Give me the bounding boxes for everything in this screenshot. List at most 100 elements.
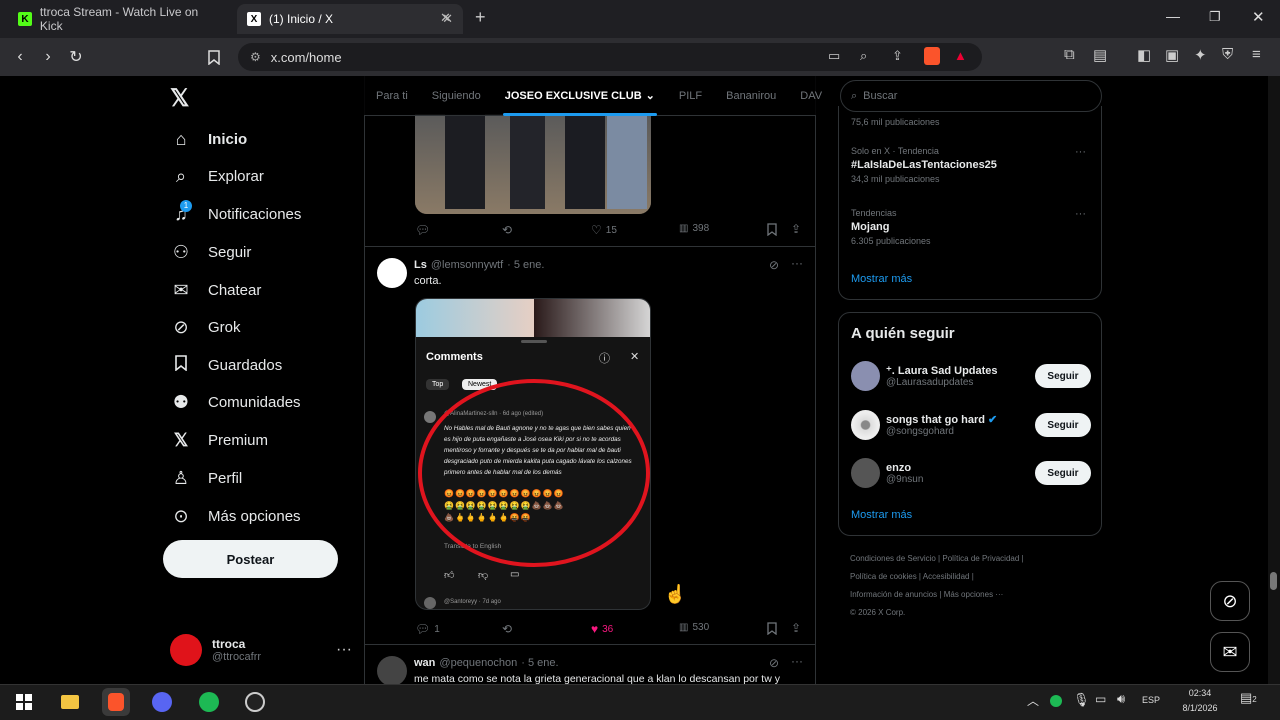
chevron-up-icon[interactable]: ︿	[1027, 692, 1039, 709]
post-media[interactable]: Comments ⓘ ✕ Top Newest @AlinaMartinez-s…	[415, 298, 651, 610]
brave-browser-icon[interactable]	[102, 688, 130, 716]
follow-suggestion[interactable]: songs that go hard ✔ @songsgohard Seguir	[851, 408, 1091, 442]
nav-notifications[interactable]: ♫ 1 Notificaciones	[170, 199, 301, 229]
nav-follow[interactable]: ⚇ Seguir	[170, 237, 251, 267]
reply-button[interactable]: 💬︎ 1	[415, 622, 440, 636]
minimize-icon[interactable]: —	[1166, 8, 1180, 24]
follow-button[interactable]: Seguir	[1034, 461, 1091, 485]
leo-icon[interactable]: ✦	[1194, 46, 1207, 64]
account-more-icon[interactable]: ···	[336, 641, 352, 659]
vpn-icon[interactable]: ⛨	[1222, 46, 1233, 63]
post-media[interactable]	[415, 114, 651, 214]
language-indicator[interactable]: ESP	[1142, 695, 1160, 705]
volume-icon[interactable]: 🔊︎	[1117, 691, 1125, 707]
avatar[interactable]	[377, 656, 407, 684]
nav-home[interactable]: ⌂ Inicio	[170, 124, 248, 154]
post-author[interactable]: Ls	[414, 259, 427, 271]
reload-icon[interactable]: ↻	[62, 43, 90, 71]
nav-premium[interactable]: 𝕏 Premium	[170, 425, 268, 455]
share-icon[interactable]: ⇪	[892, 48, 903, 64]
footer-link[interactable]: Política de cookies	[850, 572, 917, 581]
nav-profile[interactable]: ♙ Perfil	[170, 463, 242, 493]
tab-dav[interactable]: DAV	[788, 76, 834, 116]
zoom-icon[interactable]: ⌕	[860, 48, 867, 64]
spotify-icon[interactable]	[195, 688, 223, 716]
network-icon[interactable]: ▭	[1095, 692, 1106, 706]
tab-bananirou[interactable]: Bananirou	[714, 76, 788, 116]
post-handle[interactable]: @lemsonnywtf	[431, 259, 503, 271]
nav-communities[interactable]: ⚉ Comunidades	[170, 387, 301, 417]
messages-floating-button[interactable]: ✉	[1210, 632, 1250, 672]
footer-link[interactable]: Información de anuncios	[850, 590, 937, 599]
nav-chat[interactable]: ✉ Chatear	[170, 275, 261, 305]
close-tab-icon[interactable]: ✕	[440, 10, 451, 26]
trend-item[interactable]: Tendencias Mojang 6.305 publicaciones	[851, 208, 931, 246]
follow-button[interactable]: Seguir	[1034, 413, 1091, 437]
nav-bookmarks[interactable]: Guardados	[170, 350, 282, 380]
views-button[interactable]: ▥ 398	[679, 223, 709, 234]
sidebar-icon[interactable]: ◧	[1137, 46, 1151, 64]
file-explorer-icon[interactable]	[56, 688, 84, 716]
post-more-icon[interactable]: ···	[791, 654, 803, 668]
maximize-icon[interactable]: ❐	[1209, 9, 1221, 25]
reader-icon[interactable]: ▤	[1093, 46, 1107, 64]
tab-pilf[interactable]: PILF	[667, 76, 714, 116]
new-tab-icon[interactable]: +	[475, 7, 486, 28]
grok-floating-button[interactable]: ⊘	[1210, 581, 1250, 621]
close-window-icon[interactable]: ✕	[1252, 8, 1265, 26]
site-settings-icon[interactable]: ⚙	[250, 50, 261, 64]
post-more-icon[interactable]: ···	[791, 256, 803, 270]
post-date[interactable]: · 5 ene.	[521, 657, 558, 669]
show-more-link[interactable]: Mostrar más	[851, 509, 912, 521]
follow-suggestion[interactable]: ⁺. Laura Sad Updates @Laurasadupdates Se…	[851, 359, 1091, 393]
footer-link[interactable]: Más opciones ···	[944, 590, 1004, 599]
footer-link[interactable]: Condiciones de Servicio	[850, 554, 936, 563]
follow-suggestion[interactable]: enzo @9nsun Seguir	[851, 456, 1091, 490]
page-scrollbar[interactable]	[1268, 76, 1280, 684]
back-icon[interactable]: ‹	[6, 43, 34, 71]
extensions-icon[interactable]: ⧉	[1064, 46, 1075, 63]
tab-x-home[interactable]: X (1) Inicio / X ✕	[237, 4, 463, 34]
follow-button[interactable]: Seguir	[1034, 364, 1091, 388]
trend-item[interactable]: Solo en X · Tendencia #LaIslaDeLasTentac…	[851, 146, 997, 184]
like-button[interactable]: ♥ 36	[591, 622, 613, 636]
microphone-icon[interactable]: 🎙︎	[1073, 692, 1090, 708]
bookmark-icon[interactable]	[767, 223, 777, 236]
scrollbar-thumb[interactable]	[1270, 572, 1277, 590]
grok-icon[interactable]: ⊘	[769, 656, 779, 670]
repost-icon[interactable]: ⟲	[502, 223, 512, 237]
views-button[interactable]: ▥ 530	[679, 622, 709, 633]
show-more-link[interactable]: Mostrar más	[851, 273, 912, 285]
brave-rewards-icon[interactable]: ▲	[954, 48, 967, 63]
address-bar[interactable]: ⚙ x.com/home ▭ ⌕ ⇪ ▲	[238, 43, 982, 71]
brave-shields-icon[interactable]	[924, 47, 940, 65]
tab-joseo-exclusive-club[interactable]: JOSEO EXCLUSIVE CLUB ⌄	[493, 76, 667, 116]
share-icon[interactable]: ⇪	[791, 222, 801, 236]
post-button[interactable]: Postear	[163, 540, 338, 578]
x-logo-icon[interactable]: 𝕏	[170, 84, 196, 112]
nav-more[interactable]: ⊙ Más opciones	[170, 501, 300, 531]
bookmark-icon[interactable]	[767, 622, 777, 635]
discord-icon[interactable]	[148, 688, 176, 716]
repost-icon[interactable]: ⟲	[502, 622, 512, 636]
trend-more-icon[interactable]: ···	[1075, 146, 1086, 158]
avatar[interactable]	[377, 258, 407, 288]
tab-for-you[interactable]: Para ti	[364, 76, 420, 116]
notifications-icon[interactable]: ▤2	[1240, 690, 1257, 706]
post-handle[interactable]: @pequenochon	[439, 657, 517, 669]
windows-start-icon[interactable]	[10, 688, 38, 716]
clock[interactable]: 02:34 8/1/2026	[1172, 686, 1228, 716]
account-switcher[interactable]: ttroca @ttrocafrr ···	[170, 630, 352, 670]
tab-kick[interactable]: K ttroca Stream - Watch Live on Kick	[8, 4, 233, 34]
trend-more-icon[interactable]: ···	[1075, 208, 1086, 220]
tray-app-icon[interactable]	[1050, 695, 1062, 707]
grok-icon[interactable]: ⊘	[769, 258, 779, 272]
footer-link[interactable]: Política de Privacidad	[942, 554, 1019, 563]
tab-following[interactable]: Siguiendo	[420, 76, 493, 116]
post-author[interactable]: wan	[414, 657, 435, 669]
cast-icon[interactable]: ▭	[828, 48, 840, 64]
post-date[interactable]: · 5 ene.	[507, 259, 544, 271]
bookmark-page-icon[interactable]	[200, 43, 228, 71]
nav-grok[interactable]: ⊘ Grok	[170, 312, 240, 342]
nav-explore[interactable]: ⌕ Explorar	[170, 161, 264, 191]
